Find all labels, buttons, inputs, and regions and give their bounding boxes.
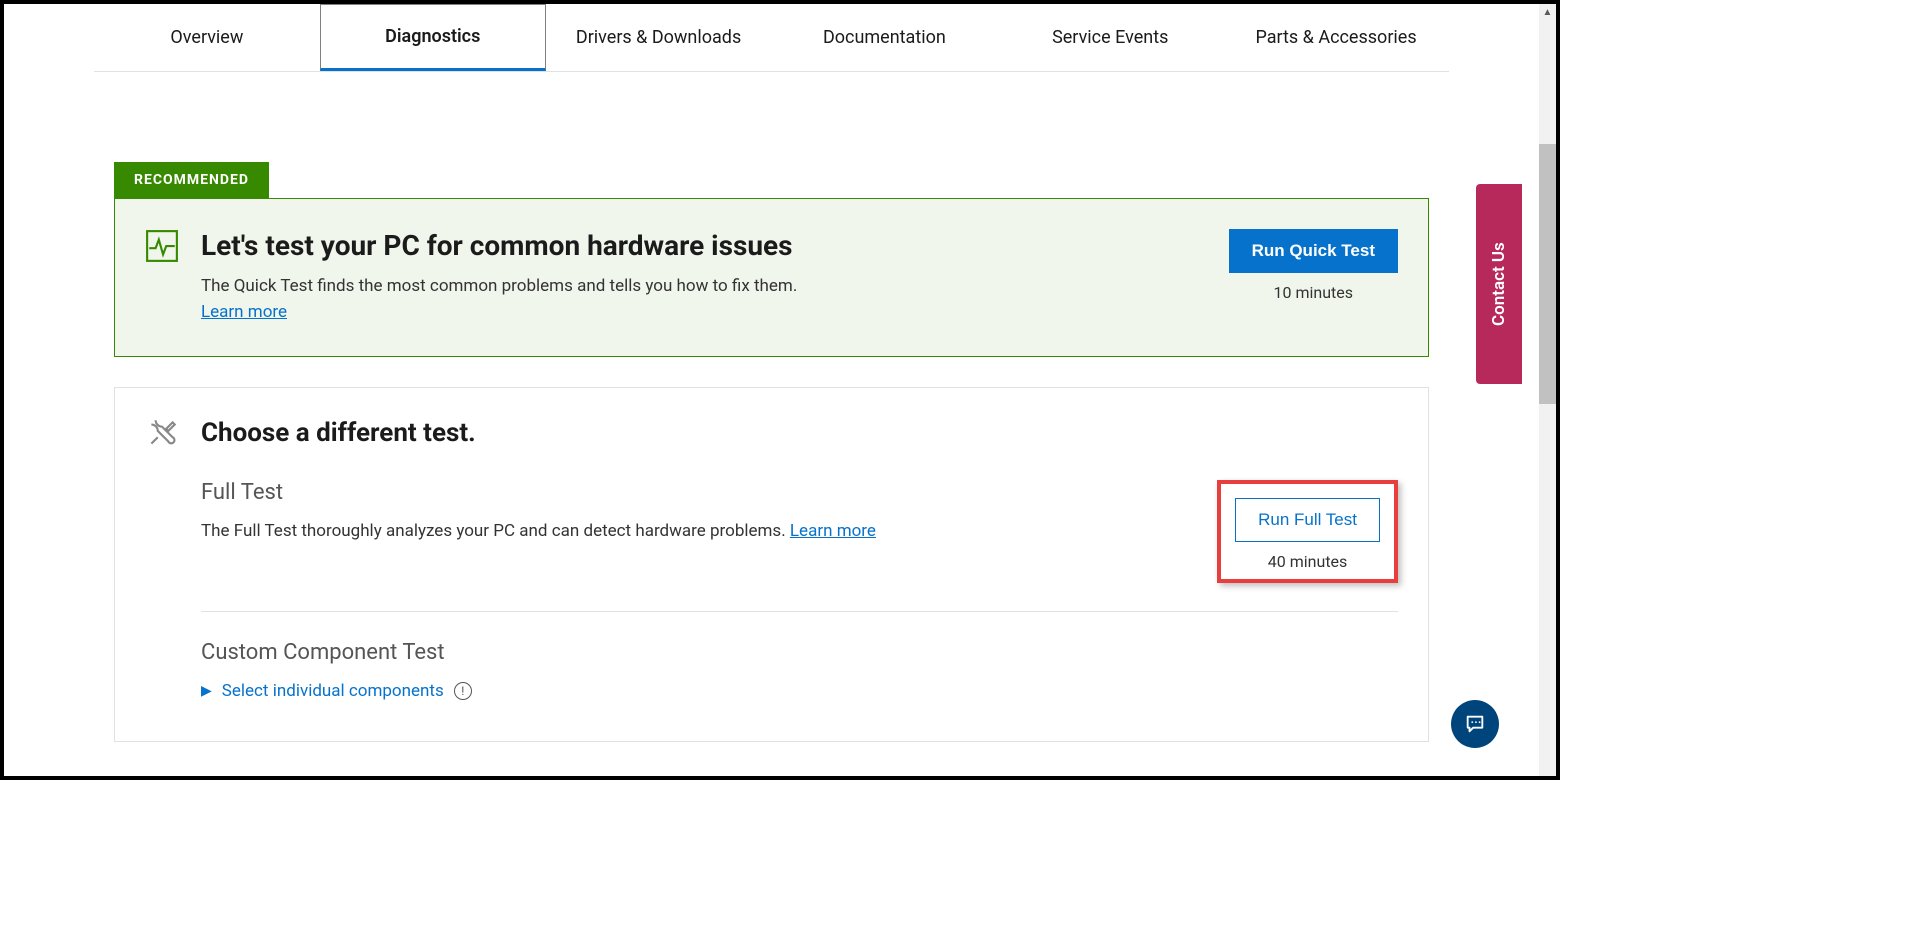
- run-quick-test-button[interactable]: Run Quick Test: [1229, 229, 1398, 273]
- recommended-badge: RECOMMENDED: [114, 162, 269, 198]
- run-full-test-button[interactable]: Run Full Test: [1235, 498, 1380, 542]
- full-test-title: Full Test: [201, 480, 876, 505]
- tabbar-wrap: Overview Diagnostics Drivers & Downloads…: [4, 4, 1539, 72]
- caret-right-icon: ▶: [201, 683, 212, 699]
- tabbar: Overview Diagnostics Drivers & Downloads…: [94, 4, 1449, 72]
- page-inner: RECOMMENDED Let's test your PC for commo…: [4, 72, 1539, 742]
- tab-drivers-downloads[interactable]: Drivers & Downloads: [546, 4, 772, 71]
- heartbeat-icon: [145, 229, 179, 263]
- section-divider: [201, 611, 1398, 612]
- tab-documentation[interactable]: Documentation: [771, 4, 997, 71]
- scroll-up-arrow-icon[interactable]: ▲: [1539, 4, 1556, 21]
- contact-us-tab[interactable]: Contact Us: [1476, 184, 1522, 384]
- full-test-right: Run Full Test 40 minutes: [1217, 480, 1398, 583]
- select-components-label: Select individual components: [222, 681, 444, 701]
- alt-heading: Choose a different test.: [201, 418, 476, 448]
- tab-diagnostics[interactable]: Diagnostics: [320, 4, 546, 71]
- tab-service-events[interactable]: Service Events: [997, 4, 1223, 71]
- full-test-duration: 40 minutes: [1235, 552, 1380, 571]
- app-frame: Overview Diagnostics Drivers & Downloads…: [0, 0, 1560, 780]
- scroll-thumb[interactable]: [1539, 144, 1556, 404]
- chat-icon: [1464, 713, 1486, 735]
- quick-test-left: Let's test your PC for common hardware i…: [145, 229, 797, 322]
- full-test-text: Full Test The Full Test thoroughly analy…: [201, 480, 876, 541]
- full-test-row: Full Test The Full Test thoroughly analy…: [201, 480, 1398, 611]
- custom-test-section: Custom Component Test ▶ Select individua…: [201, 640, 1398, 701]
- full-test-desc: The Full Test thoroughly analyzes your P…: [201, 521, 790, 541]
- choose-different-test-card: Choose a different test. Full Test The F…: [114, 387, 1429, 742]
- info-icon[interactable]: !: [454, 682, 472, 700]
- quick-test-right: Run Quick Test 10 minutes: [1229, 229, 1398, 302]
- quick-test-card: Let's test your PC for common hardware i…: [114, 198, 1429, 357]
- full-test-section: Full Test The Full Test thoroughly analy…: [145, 480, 1398, 701]
- select-components-toggle[interactable]: ▶ Select individual components !: [201, 681, 1398, 701]
- quick-test-duration: 10 minutes: [1229, 283, 1398, 302]
- chat-fab-button[interactable]: [1451, 700, 1499, 748]
- quick-test-desc: The Quick Test finds the most common pro…: [201, 276, 797, 296]
- full-test-learn-more-link[interactable]: Learn more: [790, 521, 876, 541]
- full-test-desc-line: The Full Test thoroughly analyzes your P…: [201, 521, 876, 541]
- content-area: Overview Diagnostics Drivers & Downloads…: [4, 4, 1539, 776]
- tools-icon: [145, 416, 179, 450]
- run-full-test-highlight: Run Full Test 40 minutes: [1217, 480, 1398, 583]
- tab-parts-accessories[interactable]: Parts & Accessories: [1223, 4, 1449, 71]
- tab-overview[interactable]: Overview: [94, 4, 320, 71]
- quick-test-text: Let's test your PC for common hardware i…: [201, 229, 797, 322]
- quick-test-learn-more-link[interactable]: Learn more: [201, 302, 287, 322]
- quick-test-title: Let's test your PC for common hardware i…: [201, 229, 797, 262]
- custom-test-title: Custom Component Test: [201, 640, 1398, 665]
- alt-head: Choose a different test.: [145, 416, 1398, 450]
- scrollbar[interactable]: ▲: [1539, 4, 1556, 776]
